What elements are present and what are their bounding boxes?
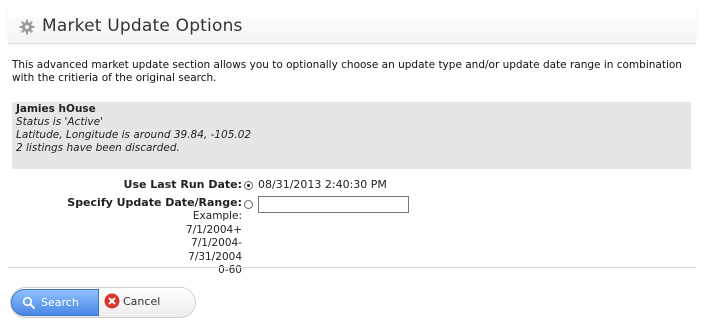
date-range-input[interactable] [258, 196, 409, 213]
date-range-label: Specify Update Date/Range: [67, 196, 242, 209]
search-name: Jamies hOuse [16, 103, 96, 115]
date-range-radio[interactable] [244, 200, 253, 209]
last-run-radio[interactable] [244, 181, 253, 190]
panel-title: Market Update Options [42, 16, 243, 36]
location-text: Latitude, Longitude is around 39.84, -10… [16, 129, 252, 141]
cancel-label: Cancel [123, 295, 161, 308]
example-line: Example: 7/1/2004+ [186, 210, 242, 236]
intro-text: This advanced market update section allo… [12, 59, 682, 84]
divider [8, 267, 696, 268]
search-icon [22, 296, 36, 310]
cancel-button[interactable]: Cancel [101, 290, 181, 315]
status-text: Status is 'Active' [16, 116, 103, 128]
search-label: Search [41, 296, 79, 309]
last-run-value: 08/31/2013 2:40:30 PM [258, 178, 387, 191]
gear-icon [19, 19, 35, 35]
discarded-text: 2 listings have been discarded. [16, 142, 180, 154]
search-summary: Jamies hOuse Status is 'Active' Latitude… [12, 102, 691, 169]
last-run-label: Use Last Run Date: [123, 178, 242, 191]
example-line: 7/1/2004-7/31/2004 [188, 237, 242, 263]
market-update-panel: Market Update Options This advanced mark… [8, 9, 696, 319]
panel-header: Market Update Options [8, 9, 696, 44]
cancel-icon [104, 293, 120, 309]
search-button[interactable]: Search [11, 289, 99, 316]
